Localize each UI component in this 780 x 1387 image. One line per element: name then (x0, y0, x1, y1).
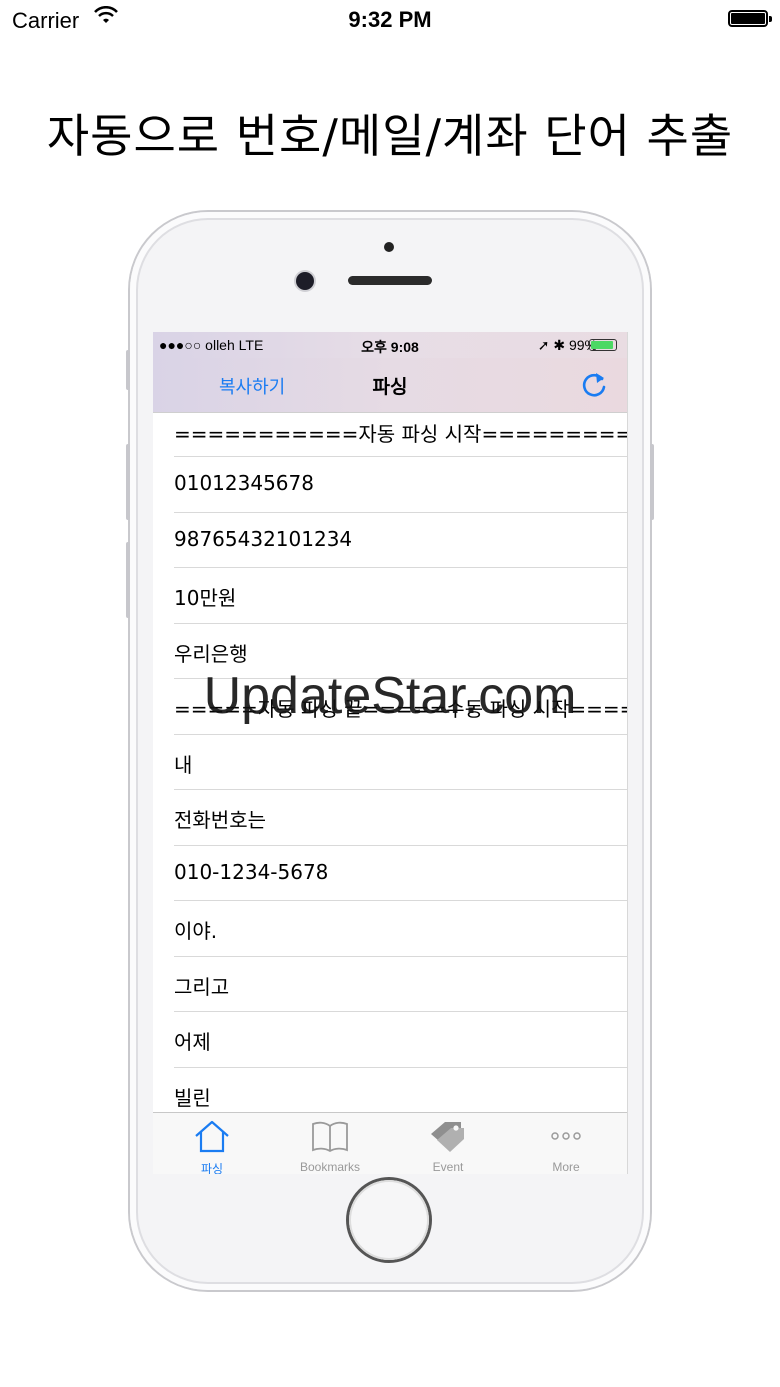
outer-status-bar: Carrier 9:32 PM (0, 0, 780, 40)
battery-icon (728, 10, 772, 27)
app-battery-icon (589, 339, 617, 351)
tab-more[interactable]: More (507, 1113, 625, 1174)
list-item[interactable]: ===========자동 파싱 시작=========== (174, 412, 627, 457)
watermark: UpdateStar.com (203, 667, 577, 725)
home-icon (195, 1120, 229, 1153)
list-item[interactable]: 그리고 (174, 957, 627, 1012)
tab-bar: 파싱 Bookmarks Event More (153, 1112, 627, 1174)
list-item[interactable]: 전화번호는 (174, 790, 627, 846)
tab-event[interactable]: Event (389, 1113, 507, 1174)
tab-label: Event (432, 1160, 464, 1174)
app-status-bar: ●●●○○ olleh LTE 오후 9:08 ➚ ✱ 99% (153, 332, 627, 358)
list-item[interactable]: 98765432101234 (174, 513, 627, 568)
volume-up-button (126, 444, 130, 520)
list-item[interactable]: 내 (174, 735, 627, 790)
navigation-bar: 복사하기 파싱 (153, 358, 627, 413)
app-screen: ●●●○○ olleh LTE 오후 9:08 ➚ ✱ 99% 복사하기 파싱 … (153, 332, 628, 1174)
volume-down-button (126, 542, 130, 618)
mute-switch (126, 350, 130, 390)
list-item[interactable]: 010-1234-5678 (174, 846, 627, 901)
front-camera (296, 272, 314, 290)
more-icon (551, 1132, 581, 1140)
tab-parsing[interactable]: 파싱 (153, 1113, 271, 1174)
parsed-word-list: ===========자동 파싱 시작=========== 010123456… (153, 412, 627, 1123)
earpiece-speaker (348, 276, 432, 285)
list-item[interactable]: 10만원 (174, 568, 627, 624)
tab-label: Bookmarks (299, 1160, 361, 1174)
home-button[interactable] (349, 1180, 429, 1260)
nav-title: 파싱 (372, 376, 408, 398)
tab-bookmarks[interactable]: Bookmarks (271, 1113, 389, 1174)
tab-label: 파싱 (200, 1162, 224, 1174)
sensor-dot (384, 242, 394, 252)
status-time: 9:32 PM (348, 7, 432, 32)
list-item[interactable]: 이야. (174, 901, 627, 957)
tab-label: More (552, 1160, 580, 1174)
tag-icon (431, 1122, 464, 1152)
list-item[interactable]: 어제 (174, 1012, 627, 1068)
page-headline: 자동으로 번호/메일/계좌 단어 추출 (46, 109, 734, 163)
list-item[interactable]: 01012345678 (174, 457, 627, 513)
power-button (650, 444, 654, 520)
refresh-icon[interactable] (579, 370, 609, 400)
book-icon (312, 1121, 348, 1153)
